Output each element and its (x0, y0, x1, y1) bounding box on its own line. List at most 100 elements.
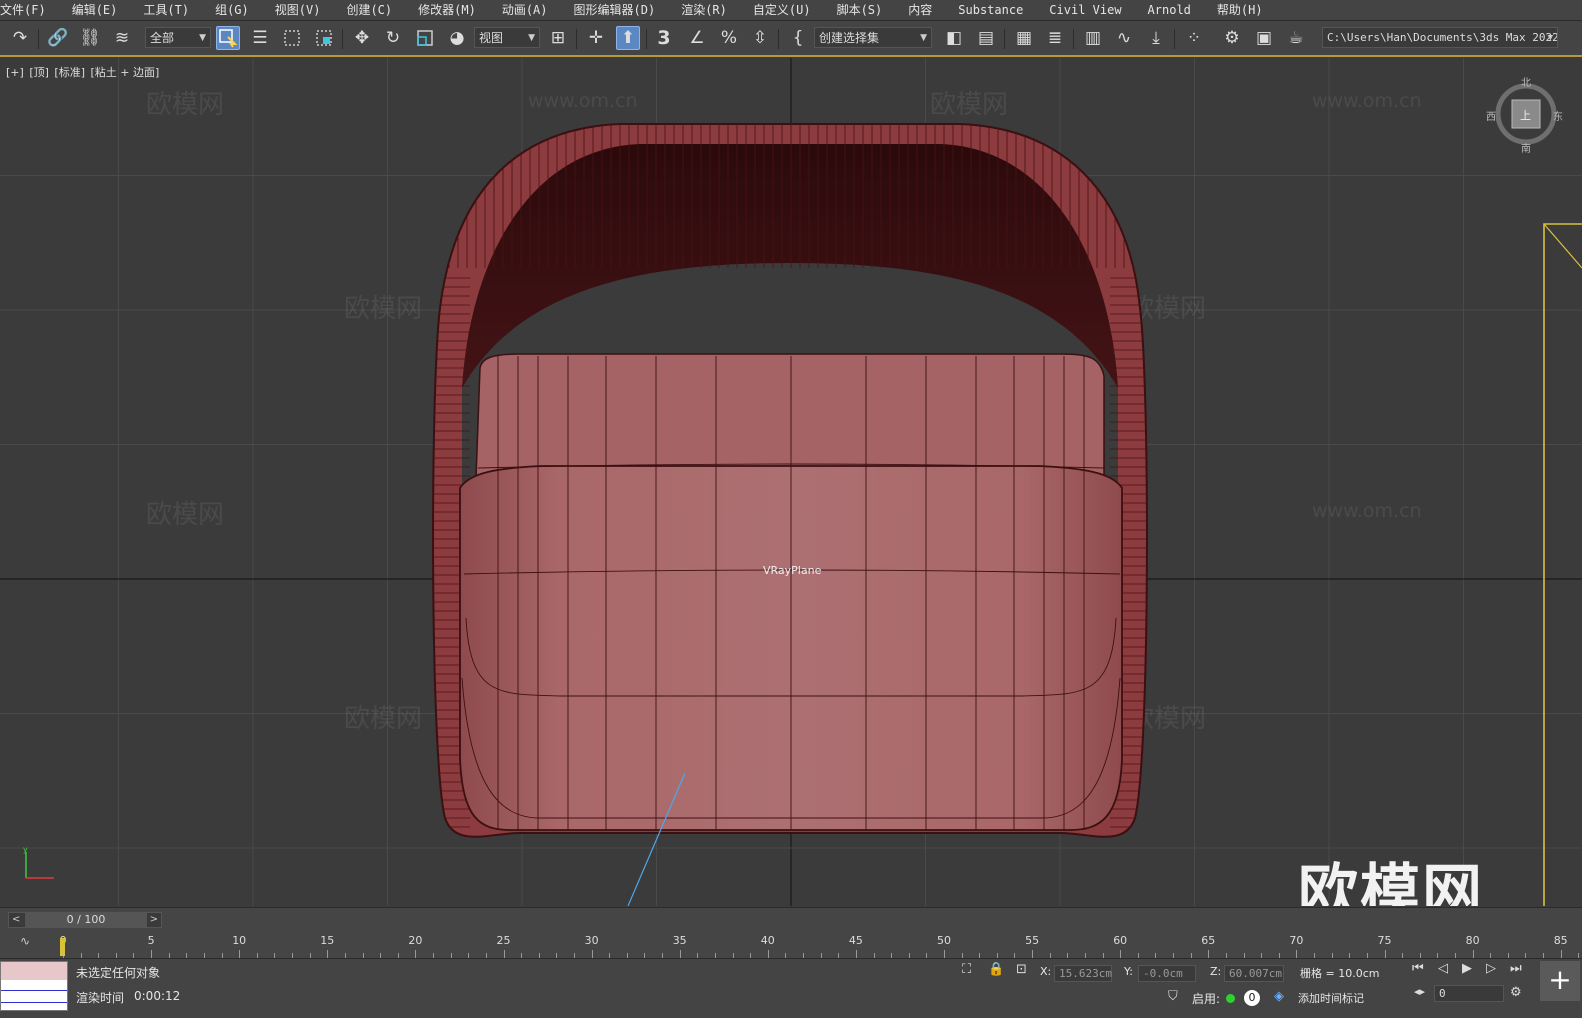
align-icon[interactable]: ▤ (974, 26, 998, 50)
project-path-dropdown[interactable]: C:\Users\Han\Documents\3ds Max 2022 ▼ (1322, 27, 1558, 48)
current-frame-field[interactable]: 0 (1434, 985, 1504, 1002)
x-coordinate-field[interactable]: 15.623cm (1054, 965, 1112, 982)
link-icon[interactable]: 🔗 (46, 26, 70, 50)
play-icon[interactable]: ▶ (1462, 961, 1472, 976)
time-slider-prev[interactable]: < (12, 913, 20, 927)
time-slider[interactable]: < 0 / 100 > (8, 912, 162, 928)
time-configuration-icon[interactable]: ⚙ (1510, 985, 1522, 1000)
time-tag-icon[interactable]: ◈ (1274, 989, 1284, 1004)
ruler-tick (327, 950, 329, 958)
key-mode-icon[interactable]: ◂▸ (1414, 985, 1425, 998)
go-to-end-icon[interactable]: ⏭ (1510, 961, 1522, 976)
menu-item[interactable]: 创建(C) (334, 0, 406, 20)
isolate-selection-icon[interactable]: ⛶ (962, 962, 971, 977)
move-icon[interactable]: ✥ (350, 26, 374, 50)
toggle-ribbon-icon[interactable]: ▥ (1081, 26, 1105, 50)
viewcube-south[interactable]: 南 (1521, 140, 1531, 155)
curve-editor-icon[interactable]: ∿ (1112, 26, 1136, 50)
unlink-icon[interactable]: ⛓ (78, 26, 102, 50)
menu-item[interactable]: 自定义(U) (741, 0, 825, 20)
viewport-shading-standard[interactable]: [标准] (54, 66, 85, 79)
reference-coord-dropdown[interactable]: 视图 ▼ (474, 27, 540, 48)
previous-frame-icon[interactable]: ◁ (1438, 961, 1448, 976)
select-object-icon[interactable] (216, 26, 240, 50)
menu-item[interactable]: 动画(A) (490, 0, 562, 20)
menu-item[interactable]: 修改器(M) (406, 0, 490, 20)
viewport-label[interactable]: [+] [顶] [标准] [粘土 + 边面] (6, 64, 161, 80)
material-editor-icon[interactable]: ⁘ (1182, 26, 1206, 50)
viewcube-north[interactable]: 北 (1521, 74, 1531, 89)
add-time-tag[interactable]: 添加时间标记 (1298, 990, 1364, 1006)
percent-snap-icon[interactable]: % (717, 26, 741, 50)
menu-item[interactable]: 视图(V) (263, 0, 335, 20)
menu-item[interactable]: 帮助(H) (1205, 0, 1277, 20)
ruler-tick (1296, 950, 1298, 958)
maxscript-listener-mini[interactable] (0, 961, 68, 1011)
scale-icon[interactable] (413, 26, 437, 50)
viewcube[interactable]: 北 南 东 西 上 (1486, 78, 1563, 155)
menu-item[interactable]: 文件(F) (0, 0, 60, 20)
window-crossing-icon[interactable] (312, 26, 336, 50)
next-frame-icon[interactable]: ▷ (1486, 961, 1496, 976)
menu-item[interactable]: 组(G) (203, 0, 263, 20)
viewcube-east[interactable]: 东 (1553, 108, 1563, 123)
viewcube-top-face[interactable]: 上 (1520, 107, 1531, 123)
go-to-start-icon[interactable]: ⏮ (1412, 961, 1424, 976)
time-slider-next[interactable]: > (150, 913, 158, 927)
ruler-number: 60 (1113, 934, 1128, 947)
viewport-shading-mode[interactable]: [粘土 + 边面] (91, 66, 160, 79)
menu-item[interactable]: 渲染(R) (669, 0, 741, 20)
viewport-point-of-view[interactable]: [顶] (29, 66, 49, 79)
mini-curve-editor-icon[interactable]: ∿ (20, 934, 30, 948)
edit-named-selection-icon[interactable]: { (786, 26, 810, 50)
render-setup-icon[interactable]: ⚙ (1220, 26, 1244, 50)
ruler-tick (591, 950, 593, 958)
mirror-icon[interactable]: ◧ (942, 26, 966, 50)
menu-item[interactable]: 脚本(S) (825, 0, 897, 20)
top-viewport[interactable]: 欧模网 www.om.cn 欧模网 www.om.cn 欧模网 www.om.c… (0, 58, 1582, 906)
y-coordinate-field[interactable]: -0.0cm (1138, 965, 1196, 982)
scene-explorer-icon[interactable]: ▦ (1012, 26, 1036, 50)
svg-text:y: y (23, 846, 28, 854)
absolute-mode-icon[interactable]: ⊡ (1016, 962, 1027, 977)
ruler-number: 85 (1553, 934, 1568, 947)
menu-item[interactable]: 内容 (896, 0, 946, 20)
time-ruler[interactable]: 0510152025303540455055606570758085 (60, 932, 1582, 958)
select-manipulate-icon[interactable]: ✛ (584, 26, 608, 50)
rendered-frame-window-icon[interactable]: ▣ (1252, 26, 1276, 50)
viewport-navigation-icon[interactable]: + (1540, 961, 1580, 1001)
selection-lock-icon[interactable]: 🔒 (988, 962, 1004, 977)
menu-item[interactable]: Civil View (1037, 0, 1135, 20)
menu-item[interactable]: Arnold (1136, 0, 1205, 20)
menu-item[interactable]: Substance (946, 0, 1037, 20)
ruler-number: 45 (848, 934, 863, 947)
schematic-view-icon[interactable]: ⤓ (1144, 26, 1168, 50)
time-slider-thumb[interactable]: 0 / 100 (25, 913, 147, 927)
adaptive-degradation-icon[interactable]: ⛉ (1168, 989, 1178, 1004)
rectangular-selection-icon[interactable] (280, 26, 304, 50)
z-label: Z: (1210, 965, 1222, 978)
rotate-icon[interactable]: ↻ (381, 26, 405, 50)
z-coordinate-field[interactable]: 60.007cm (1224, 965, 1284, 982)
viewcube-west[interactable]: 西 (1486, 108, 1496, 123)
layer-explorer-icon[interactable]: ≣ (1043, 26, 1067, 50)
render-production-icon[interactable]: ☕ (1284, 26, 1308, 50)
chair-model[interactable] (0, 58, 1582, 906)
select-by-name-icon[interactable]: ☰ (248, 26, 272, 50)
redo-icon[interactable]: ↷ (8, 26, 32, 50)
named-selection-dropdown[interactable]: 创建选择集 ▼ (814, 27, 932, 48)
keyboard-shortcut-override-icon[interactable]: ⬆ (616, 26, 640, 50)
y-label: Y: (1124, 965, 1133, 978)
menu-item[interactable]: 编辑(E) (60, 0, 132, 20)
menu-item[interactable]: 工具(T) (131, 0, 203, 20)
ruler-tick (415, 950, 417, 958)
pivot-center-icon[interactable]: ⊞ (546, 26, 570, 50)
menu-item[interactable]: 图形编辑器(D) (562, 0, 670, 20)
spinner-snap-icon[interactable]: ⇳ (748, 26, 772, 50)
snap-toggle-icon[interactable]: 3 (652, 26, 676, 50)
angle-snap-icon[interactable]: ∠ (685, 26, 709, 50)
selection-filter-dropdown[interactable]: 全部 ▼ (145, 27, 211, 48)
bind-space-warp-icon[interactable]: ≋ (110, 26, 134, 50)
place-icon[interactable]: ◕ (445, 26, 469, 50)
viewport-menu-plus[interactable]: [+] (6, 66, 24, 79)
